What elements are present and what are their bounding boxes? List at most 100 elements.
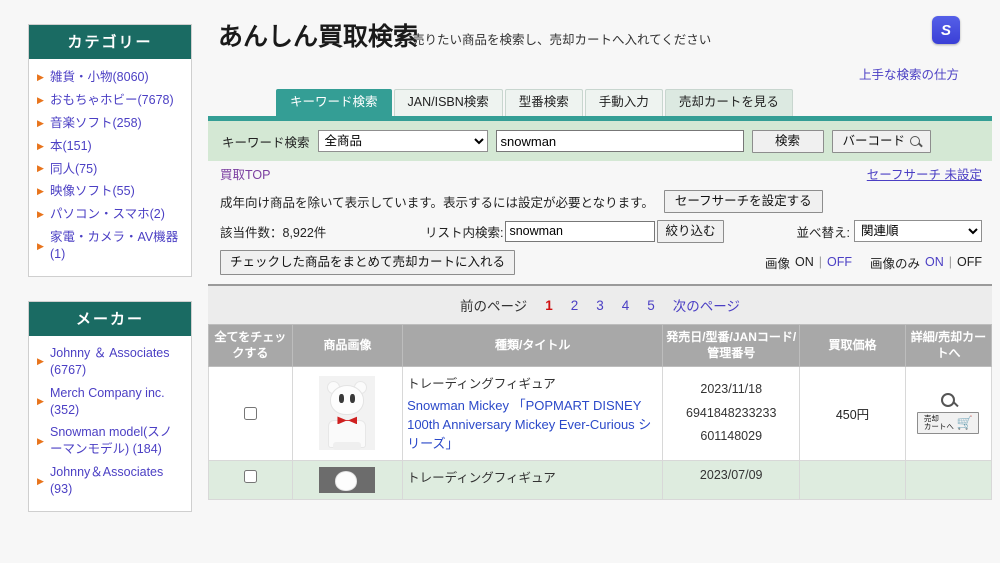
toggle-separator: | [818,255,822,269]
triangle-bullet-icon [37,164,47,173]
image-toggle-on: ON [794,255,814,269]
product-title-link[interactable]: Snowman Mickey 「POPMART DISNEY 100th Ann… [407,397,658,454]
sidebar-item-category-0[interactable]: 雑貨・小物(8060) [35,66,185,89]
search-button[interactable]: 検索 [751,129,824,153]
sort-label: 並べ替え: [796,225,850,240]
sidebar-item-category-4[interactable]: 同人(75) [35,158,185,181]
add-to-sell-cart-button[interactable]: 売却 カートへ 🛒 [917,412,980,434]
tab-jan-isbn-search[interactable]: JAN/ISBN検索 [393,89,503,116]
row-select-checkbox[interactable] [244,469,258,483]
sidebar-item-category-7[interactable]: 家電・カメラ・AV機器(1) [35,226,185,266]
image-toggle-off[interactable]: OFF [827,255,852,269]
sidebar-item-category-6[interactable]: パソコン・スマホ(2) [35,203,185,226]
inlist-search-label: リスト内検索: [425,225,504,240]
tab-manual-input[interactable]: 手動入力 [584,89,663,116]
left-sidebar: カテゴリー 雑貨・小物(8060) おもちゃホビー(7678) 音楽ソフト(25… [0,0,200,563]
product-release-date: 2023/07/09 [699,467,763,482]
image-display-toggles: 画像 ON | OFF 画像のみ ON | OFF [765,253,982,272]
pagination-page-2[interactable]: 2 [571,298,579,313]
sidebar-item-maker-0[interactable]: Johnny ＆ Associates (6767) [35,342,185,382]
product-release-date: 2023/11/18 [700,381,763,396]
category-select[interactable]: 全商品 [317,130,488,152]
search-bar-label: キーワード検索 [222,135,310,150]
triangle-bullet-icon [37,210,47,219]
category-panel-title: カテゴリー [29,25,191,59]
triangle-bullet-icon [37,187,47,196]
safesearch-notice-text: 成年向け商品を除いて表示しています。表示するには設定が必要となります。 [220,195,654,210]
triangle-bullet-icon [37,73,47,82]
pagination-page-1: 1 [545,297,553,313]
sidebar-item-maker-3[interactable]: Johnny＆Associates (93) [35,461,185,501]
tab-view-sell-cart[interactable]: 売却カートを見る [664,89,793,116]
filter-row: 該当件数：8,922件 リスト内検索: 絞り込む 並べ替え: 関連順 [208,216,992,246]
barcode-button-label: バーコード [842,133,906,148]
column-header-date-model-jan: 発売日/型番/JANコード/管理番号 [662,323,801,368]
sidebar-item-maker-2[interactable]: Snowman model(スノーマンモデル) (184) [35,421,185,461]
search-tips-link[interactable]: 上手な検索の仕方 [859,64,959,83]
product-thumbnail-image [319,376,376,451]
pagination-next[interactable]: 次のページ [673,295,740,315]
triangle-bullet-icon [37,397,47,406]
breadcrumb-kaitori-top[interactable]: 買取TOP [220,164,270,183]
sort-select[interactable]: 関連順 [854,220,982,242]
sidebar-item-label: 映像ソフト(55) [50,184,135,199]
column-header-buy-price: 買取価格 [799,323,906,368]
pagination-page-3[interactable]: 3 [596,298,604,313]
table-row: トレーディングフィギュア Snowman Mickey 「POPMART DIS… [208,366,993,461]
tab-model-search[interactable]: 型番検索 [504,89,583,116]
keyword-input[interactable] [495,130,744,152]
row-select-checkbox[interactable] [244,406,258,420]
maker-panel: メーカー Johnny ＆ Associates (6767) Merch Co… [28,300,192,512]
row-action-cell [904,459,993,500]
narrow-down-button[interactable]: 絞り込む [657,219,724,243]
triangle-bullet-icon [37,96,47,105]
shopping-cart-icon: 🛒 [956,415,974,431]
sidebar-item-maker-1[interactable]: Merch Company inc. (352) [35,382,185,422]
breadcrumb-row: 買取TOP セーフサーチ 未設定 [208,161,992,186]
sidebar-item-label: 音楽ソフト(258) [50,115,142,130]
imageonly-toggle-off: OFF [957,255,982,269]
tab-keyword-search[interactable]: キーワード検索 [276,89,392,116]
column-header-check-all[interactable]: 全てをチェックする [208,323,293,368]
tab-bar: キーワード検索 JAN/ISBN検索 型番検索 手動入力 売却カートを見る [200,86,1000,116]
safesearch-status-link[interactable]: セーフサーチ 未設定 [867,164,982,183]
row-thumbnail-cell[interactable] [291,366,404,461]
sidebar-item-label: Johnny ＆ Associates (6767) [50,345,170,377]
results-table-wrapper: 全てをチェックする 商品画像 種類/タイトル 発売日/型番/JANコード/管理番… [208,323,993,500]
sidebar-item-category-3[interactable]: 本(151) [35,135,185,158]
triangle-bullet-icon [37,477,47,486]
pagination-page-5[interactable]: 5 [647,298,655,313]
imageonly-toggle-label: 画像のみ [869,256,920,271]
figure-base [333,442,362,451]
row-code-cell: 2023/11/18 6941848233233 601148029 [662,366,801,461]
sidebar-item-category-2[interactable]: 音楽ソフト(258) [35,112,185,135]
maker-list: Johnny ＆ Associates (6767) Merch Company… [29,336,191,511]
configure-safesearch-button[interactable]: セーフサーチを設定する [663,189,823,213]
row-thumbnail-cell[interactable] [291,459,404,500]
pagination-prev[interactable]: 前のページ [460,295,527,315]
sort-control: 並べ替え: 関連順 [797,220,982,242]
sidebar-item-label: Snowman model(スノーマンモデル) (184) [50,425,173,457]
inlist-search-input[interactable] [505,220,656,242]
sidebar-item-category-1[interactable]: おもちゃホビー(7678) [35,89,185,112]
barcode-button[interactable]: バーコード [831,129,932,153]
sidebar-item-label: 同人(75) [50,161,98,176]
detail-search-icon[interactable] [941,393,956,408]
triangle-bullet-icon [37,119,47,128]
safesearch-notice-row: 成年向け商品を除いて表示しています。表示するには設定が必要となります。 セーフサ… [208,186,992,216]
add-checked-to-cart-button[interactable]: チェックした商品をまとめて売却カートに入れる [220,249,516,275]
pagination-page-4[interactable]: 4 [622,298,630,313]
site-logo-icon[interactable]: S [932,16,960,44]
page-title: あんしん買取検索 [218,23,419,51]
imageonly-toggle-on[interactable]: ON [925,255,944,269]
sidebar-item-label: 家電・カメラ・AV機器(1) [50,230,179,261]
search-bar: キーワード検索 全商品 検索 バーコード [208,121,992,161]
figure-head [335,470,358,491]
image-toggle-label: 画像 [764,256,790,271]
row-code-cell: 2023/07/09 [662,459,801,500]
sidebar-item-category-5[interactable]: 映像ソフト(55) [35,180,185,203]
row-action-cell: 売却 カートへ 🛒 [904,366,993,461]
product-jan-code: 6941848233233 [686,405,777,420]
product-thumbnail-image [319,466,376,493]
result-count: 該当件数：8,922件 [220,225,327,240]
